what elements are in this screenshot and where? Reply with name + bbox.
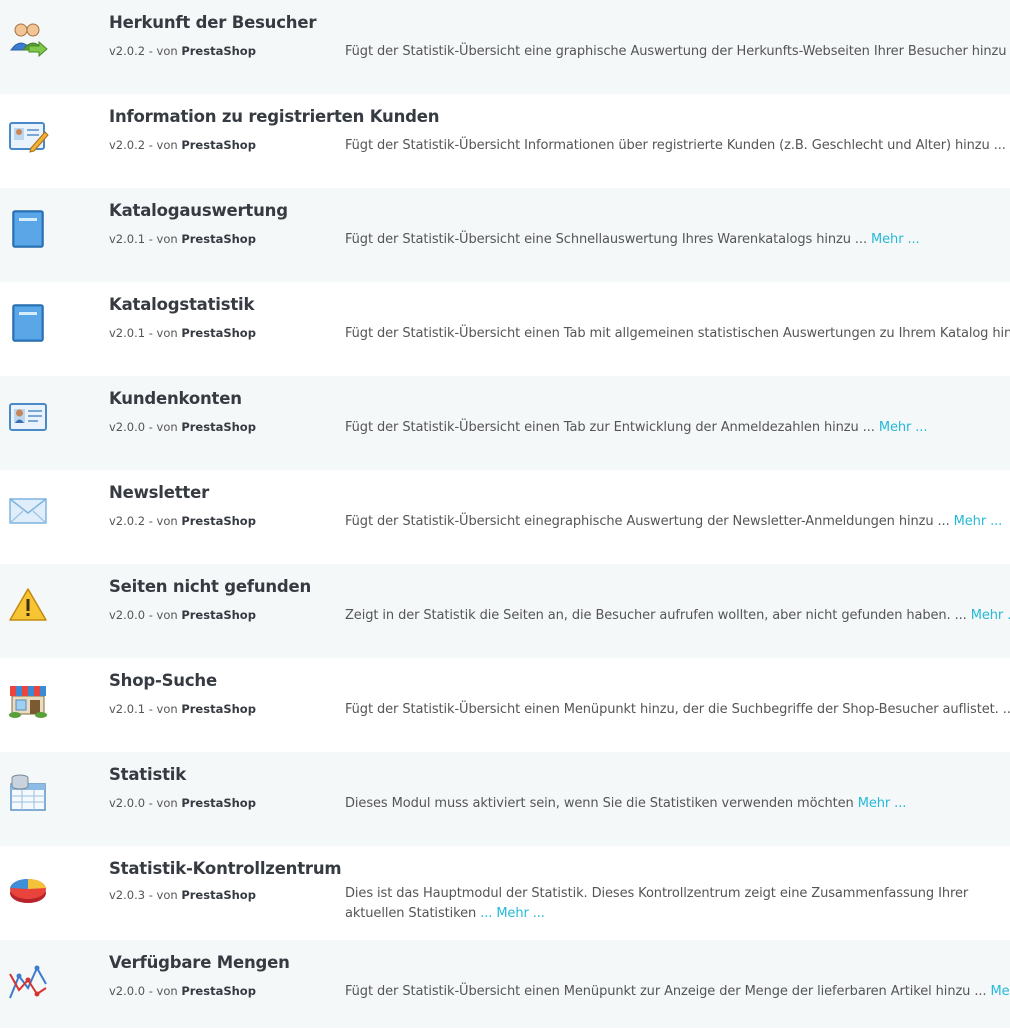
users-arrow-icon [7, 20, 49, 62]
module-author: PrestaShop [181, 888, 256, 902]
more-link[interactable]: ... Mehr ... [480, 906, 545, 921]
module-row[interactable]: Katalogstatistik v2.0.1 - von PrestaShop… [0, 282, 1010, 376]
more-link[interactable]: Mehr ... [991, 984, 1010, 999]
module-author: PrestaShop [181, 326, 256, 340]
module-name: Katalogauswertung [109, 201, 288, 220]
module-author: PrestaShop [181, 420, 256, 434]
module-version: v2.0.0 - von PrestaShop [109, 984, 256, 998]
module-row[interactable]: Newsletter v2.0.2 - von PrestaShop Fügt … [0, 470, 1010, 564]
module-name: Kundenkonten [109, 389, 242, 408]
module-row[interactable]: Herkunft der Besucher v2.0.2 - von Prest… [0, 0, 1010, 94]
module-description: Fügt der Statistik-Übersicht einen Tab m… [345, 326, 1010, 341]
module-author: PrestaShop [181, 44, 256, 58]
module-name: Statistik [109, 765, 186, 784]
module-name: Herkunft der Besucher [109, 13, 317, 32]
module-name: Information zu registrierten Kunden [109, 107, 440, 126]
module-author: PrestaShop [181, 608, 256, 622]
module-name: Katalogstatistik [109, 295, 255, 314]
id-card-icon [7, 396, 49, 438]
module-row[interactable]: Verfügbare Mengen v2.0.0 - von PrestaSho… [0, 940, 1010, 1028]
warning-icon [7, 584, 49, 626]
module-description: Fügt der Statistik-Übersicht einen Menüp… [345, 982, 1010, 1002]
more-link[interactable]: Mehr ... [879, 420, 928, 435]
line-graph-icon [7, 960, 49, 1002]
module-version: v2.0.0 - von PrestaShop [109, 608, 256, 622]
id-card-pen-icon [7, 114, 49, 156]
module-description: Fügt der Statistik-Übersicht Information… [345, 138, 1006, 153]
module-description: Fügt der Statistik-Übersicht eine Schnel… [345, 232, 920, 247]
module-row[interactable]: Kundenkonten v2.0.0 - von PrestaShop Füg… [0, 376, 1010, 470]
module-version: v2.0.3 - von PrestaShop [109, 888, 256, 902]
module-name: Verfügbare Mengen [109, 953, 290, 972]
module-row[interactable]: Statistik v2.0.0 - von PrestaShop Dieses… [0, 752, 1010, 846]
envelope-icon [7, 490, 49, 532]
module-description: Zeigt in der Statistik die Seiten an, di… [345, 606, 1010, 626]
module-description: Fügt der Statistik-Übersicht eine graphi… [345, 44, 1007, 59]
module-author: PrestaShop [181, 232, 256, 246]
module-version: v2.0.2 - von PrestaShop [109, 514, 256, 528]
module-description: Fügt der Statistik-Übersicht einegraphis… [345, 514, 1003, 529]
module-row[interactable]: Information zu registrierten Kunden v2.0… [0, 94, 1010, 188]
module-name: Seiten nicht gefunden [109, 577, 312, 596]
module-list: Herkunft der Besucher v2.0.2 - von Prest… [0, 0, 1010, 1028]
module-author: PrestaShop [181, 702, 256, 716]
more-link[interactable]: Mehr ... [954, 514, 1003, 529]
module-description: Dieses Modul muss aktiviert sein, wenn S… [345, 796, 907, 811]
module-version: v2.0.1 - von PrestaShop [109, 326, 256, 340]
module-author: PrestaShop [181, 796, 256, 810]
module-version: v2.0.1 - von PrestaShop [109, 232, 256, 246]
more-link[interactable]: Mehr ... [971, 608, 1010, 623]
module-row[interactable]: Katalogauswertung v2.0.1 - von PrestaSho… [0, 188, 1010, 282]
module-version: v2.0.1 - von PrestaShop [109, 702, 256, 716]
module-version: v2.0.0 - von PrestaShop [109, 796, 256, 810]
module-description: Fügt der Statistik-Übersicht einen Menüp… [345, 702, 1010, 717]
shop-icon [7, 678, 49, 720]
module-name: Shop-Suche [109, 671, 217, 690]
module-name: Statistik-Kontrollzentrum [109, 859, 342, 878]
book-icon [7, 302, 49, 344]
module-author: PrestaShop [181, 138, 256, 152]
module-author: PrestaShop [181, 514, 256, 528]
module-author: PrestaShop [181, 984, 256, 998]
module-description: Dies ist das Hauptmodul der Statistik. D… [345, 886, 969, 921]
book-icon [7, 208, 49, 250]
module-row[interactable]: Statistik-Kontrollzentrum v2.0.3 - von P… [0, 846, 1010, 940]
module-name: Newsletter [109, 483, 210, 502]
module-version: v2.0.2 - von PrestaShop [109, 138, 256, 152]
database-table-icon [7, 772, 49, 814]
module-version: v2.0.0 - von PrestaShop [109, 420, 256, 434]
module-row[interactable]: Shop-Suche v2.0.1 - von PrestaShop Fügt … [0, 658, 1010, 752]
module-row[interactable]: Seiten nicht gefunden v2.0.0 - von Prest… [0, 564, 1010, 658]
pie-chart-icon [7, 866, 49, 908]
more-link[interactable]: Mehr ... [858, 796, 907, 811]
module-description: Fügt der Statistik-Übersicht einen Tab z… [345, 420, 928, 435]
module-version: v2.0.2 - von PrestaShop [109, 44, 256, 58]
more-link[interactable]: Mehr ... [871, 232, 920, 247]
